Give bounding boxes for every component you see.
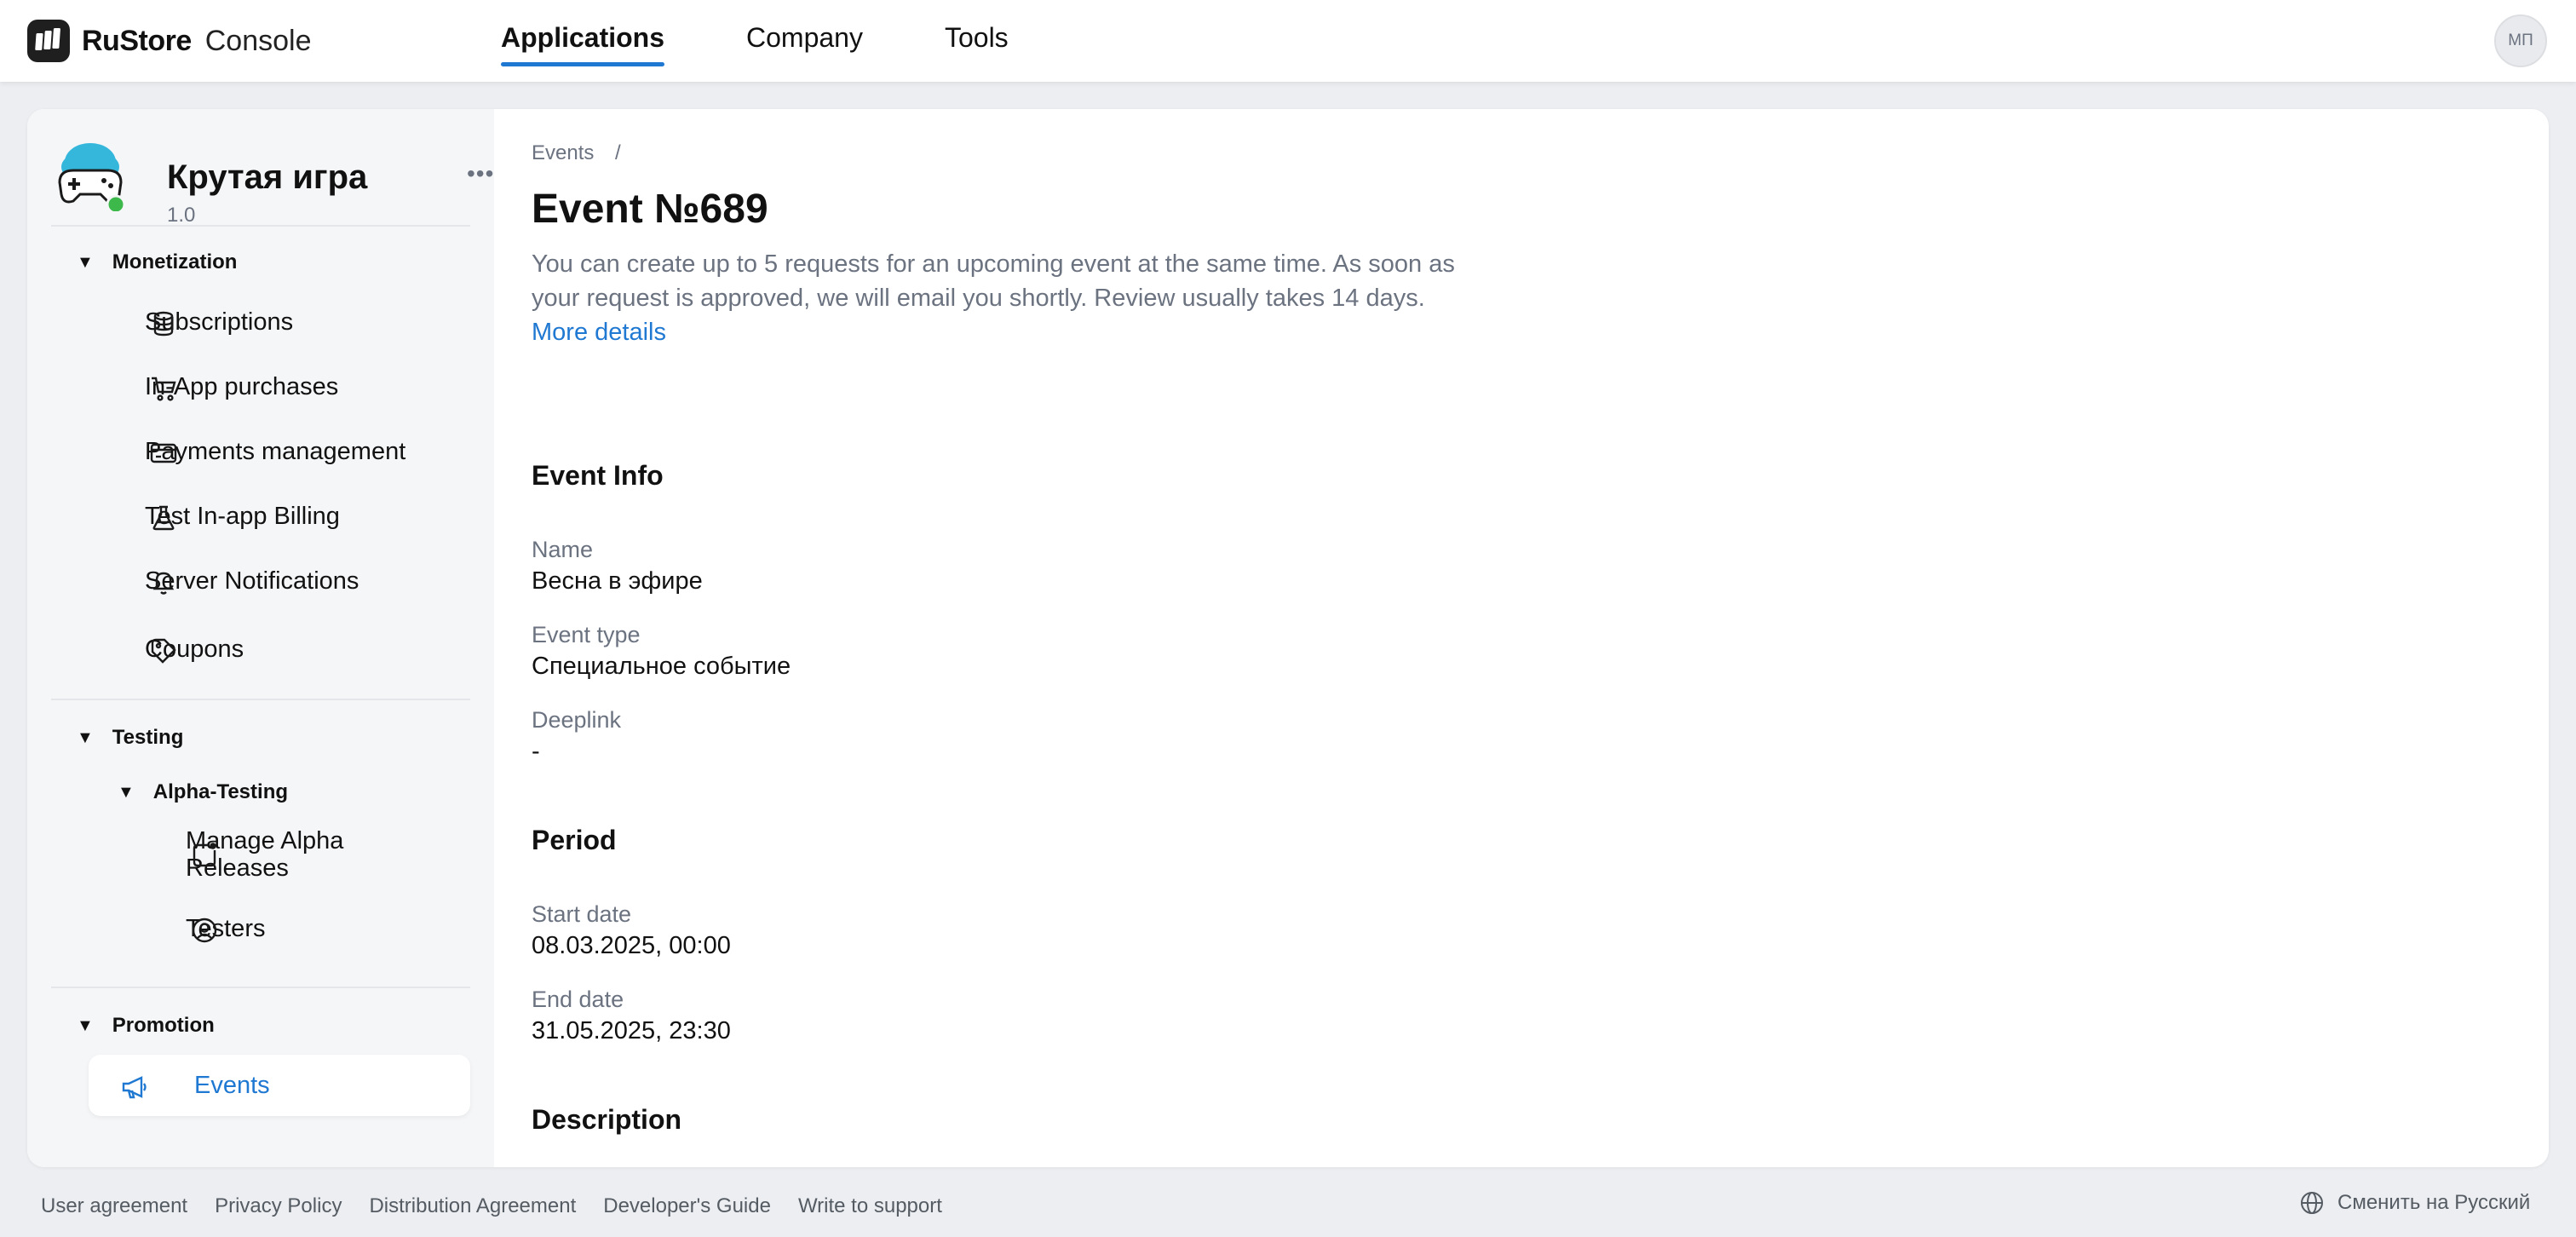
content-area: Events / Event №689 You can create up to… <box>532 109 2525 1167</box>
intro-text: You can create up to 5 requests for an u… <box>532 247 1469 349</box>
section-promotion[interactable]: ▼ Promotion <box>77 1014 215 1038</box>
main-card: Крутая игра 1.0 ••• ▼ Monetization Subsc… <box>27 109 2549 1167</box>
cart-icon <box>152 377 176 401</box>
description-heading: Description <box>532 1104 682 1135</box>
database-icon <box>153 311 174 337</box>
section-title: Monetization <box>112 250 238 273</box>
page-title: Event №689 <box>532 187 768 232</box>
name-label: Name <box>532 537 594 562</box>
footer-links: User agreement Privacy Policy Distributi… <box>41 1194 969 1218</box>
brand-sub: Console <box>204 24 312 57</box>
name-value: Весна в эфире <box>532 567 703 595</box>
phone-frame-icon <box>193 843 216 867</box>
period-heading: Period <box>532 825 617 855</box>
nav-tools[interactable]: Tools <box>945 22 1009 65</box>
credit-card-icon <box>150 443 177 463</box>
brand[interactable]: RuStore Console <box>27 19 311 63</box>
end-date-value: 31.05.2025, 23:30 <box>532 1017 731 1044</box>
start-date-label: Start date <box>532 901 632 927</box>
sidebar-item-server-notifications[interactable]: Server Notifications <box>89 550 470 612</box>
language-switch[interactable]: Сменить на Русский <box>2300 1191 2530 1215</box>
sidebar-item-events[interactable]: Events <box>89 1055 470 1116</box>
triangle-down-icon: ▼ <box>77 728 94 747</box>
section-title: Testing <box>112 726 184 749</box>
language-switch-label: Сменить на Русский <box>2337 1191 2531 1214</box>
sidebar-item-label: Events <box>194 1071 270 1099</box>
divider <box>51 987 470 988</box>
nav-company[interactable]: Company <box>746 22 863 65</box>
section-monetization[interactable]: ▼ Monetization <box>77 250 237 274</box>
sidebar-item-coupons[interactable]: Coupons <box>89 618 470 680</box>
sidebar-item-in-app-purchases[interactable]: In-App purchases <box>89 356 470 417</box>
triangle-down-icon: ▼ <box>77 252 94 272</box>
breadcrumb-link-events[interactable]: Events <box>532 141 594 164</box>
start-date-value: 08.03.2025, 00:00 <box>532 932 731 959</box>
rustore-logo-icon <box>27 20 70 62</box>
breadcrumb: Events / <box>532 141 621 165</box>
sidebar-item-test-in-app-billing[interactable]: Test In-app Billing <box>89 486 470 547</box>
event-info-heading: Event Info <box>532 460 664 491</box>
globe-icon <box>2301 1192 2323 1214</box>
section-title: Alpha-Testing <box>152 780 289 803</box>
sidebar-item-testers[interactable]: Testers <box>129 898 470 959</box>
footer-link-distribution-agreement[interactable]: Distribution Agreement <box>369 1194 576 1218</box>
app-header: Крутая игра 1.0 ••• <box>51 133 493 227</box>
breadcrumb-separator: / <box>615 141 621 164</box>
section-testing[interactable]: ▼ Testing <box>77 726 183 750</box>
event-type-value: Специальное событие <box>532 653 791 680</box>
divider <box>51 699 470 700</box>
flask-icon <box>152 505 175 531</box>
end-date-label: End date <box>532 987 624 1012</box>
megaphone-icon <box>122 1076 147 1099</box>
bell-icon <box>152 572 175 595</box>
sidebar-item-manage-alpha-releases[interactable]: Manage Alpha Releases <box>129 816 470 893</box>
tag-icon <box>151 638 176 664</box>
nav-applications[interactable]: Applications <box>501 22 665 66</box>
top-bar: RuStore Console Applications Company Too… <box>0 0 2576 82</box>
footer-link-privacy-policy[interactable]: Privacy Policy <box>215 1194 342 1218</box>
sidebar-item-payments-management[interactable]: Payments management <box>89 421 470 482</box>
user-circle-icon <box>192 918 217 943</box>
more-options-icon[interactable]: ••• <box>467 160 494 187</box>
sidebar-item-subscriptions[interactable]: Subscriptions <box>89 291 470 353</box>
section-title: Promotion <box>112 1014 215 1037</box>
divider <box>51 225 470 227</box>
footer-link-write-to-support[interactable]: Write to support <box>798 1194 942 1218</box>
footer-link-user-agreement[interactable]: User agreement <box>41 1194 187 1218</box>
app-name: Крутая игра <box>167 158 368 196</box>
event-type-label: Event type <box>532 622 641 647</box>
sidebar-item-label: Payments management <box>145 437 406 465</box>
sidebar: Крутая игра 1.0 ••• ▼ Monetization Subsc… <box>27 109 494 1167</box>
more-details-link[interactable]: More details <box>532 319 666 346</box>
triangle-down-icon: ▼ <box>77 1015 94 1035</box>
section-alpha-testing[interactable]: ▼ Alpha-Testing <box>118 780 288 804</box>
footer-link-developers-guide[interactable]: Developer's Guide <box>603 1194 771 1218</box>
intro-body: You can create up to 5 requests for an u… <box>532 250 1455 312</box>
deeplink-value: - <box>532 738 540 765</box>
top-nav: Applications Company Tools <box>501 22 1090 66</box>
app-version: 1.0 <box>167 204 196 227</box>
brand-name: RuStore <box>82 24 192 57</box>
avatar[interactable]: МП <box>2494 14 2547 67</box>
triangle-down-icon: ▼ <box>118 782 135 802</box>
app-gamepad-icon <box>58 143 126 211</box>
deeplink-label: Deeplink <box>532 707 622 733</box>
